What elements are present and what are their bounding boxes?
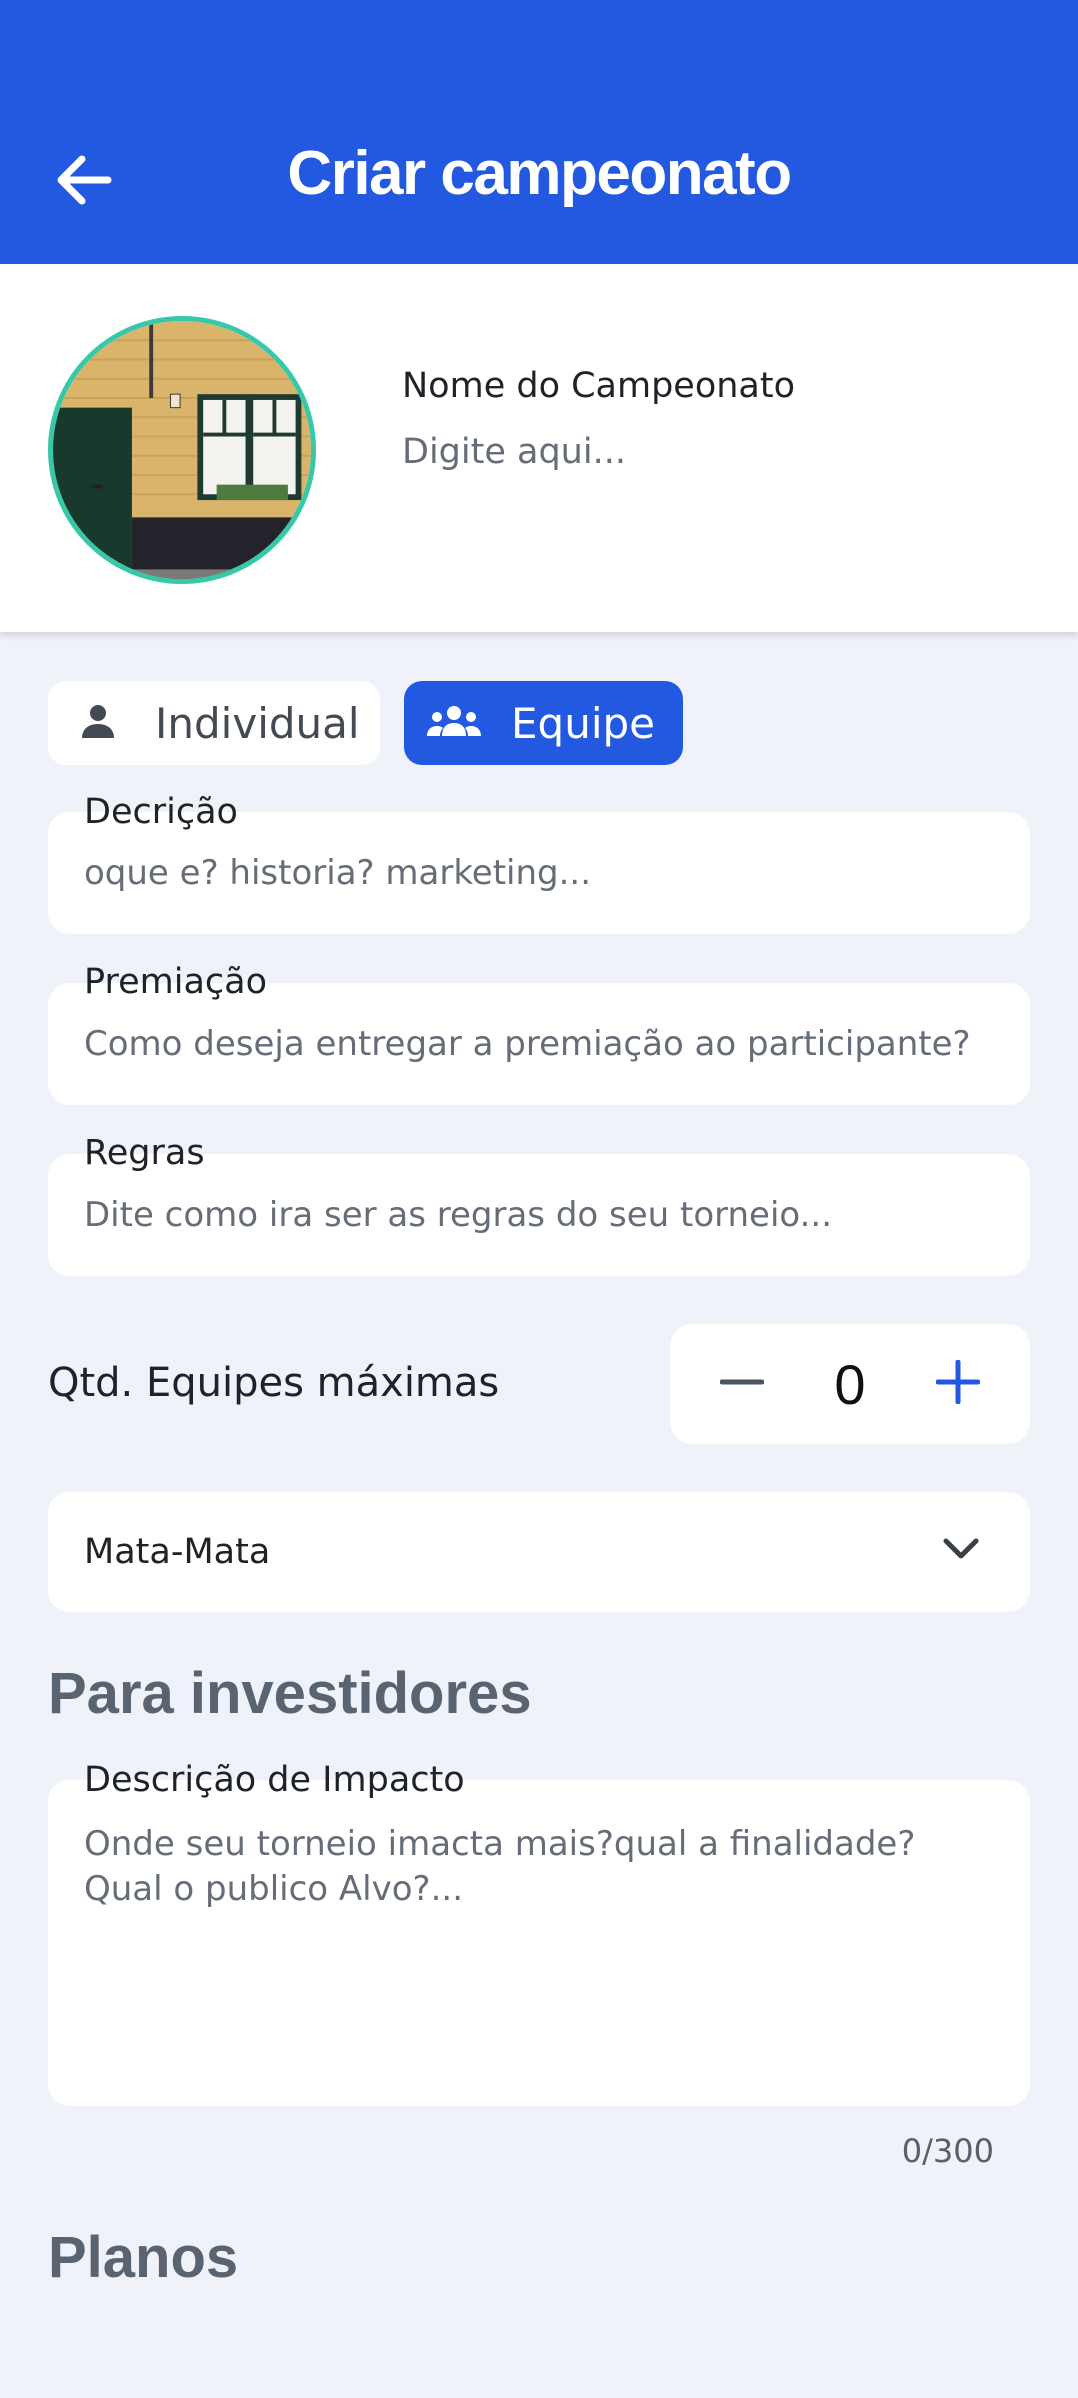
description-label: Decrição xyxy=(84,792,238,832)
impact-label: Descrição de Impacto xyxy=(84,1760,465,1800)
equipe-toggle[interactable]: Equipe xyxy=(404,681,683,765)
page-title: Criar campeonato xyxy=(287,139,792,208)
championship-avatar[interactable] xyxy=(48,316,316,584)
max-teams-value: 0 xyxy=(834,1353,866,1416)
app-bar: Criar campeonato xyxy=(0,0,1078,264)
equipe-toggle-label: Equipe xyxy=(511,699,655,748)
championship-name-label: Nome do Campeonato xyxy=(402,366,796,406)
decrement-button[interactable] xyxy=(712,1354,772,1414)
chevron-down-icon xyxy=(942,1536,980,1566)
rules-input[interactable] xyxy=(84,1190,1000,1240)
format-select-value: Mata-Mata xyxy=(84,1532,271,1572)
championship-name-input[interactable] xyxy=(402,424,1022,480)
impact-field[interactable] xyxy=(48,1780,1030,2106)
max-teams-label: Qtd. Equipes máximas xyxy=(48,1360,500,1406)
description-input[interactable] xyxy=(84,848,1000,898)
investors-section-title: Para investidores xyxy=(48,1661,532,1726)
increment-button[interactable] xyxy=(928,1354,988,1414)
max-teams-stepper: 0 xyxy=(670,1324,1030,1444)
person-icon xyxy=(78,702,118,746)
impact-textarea[interactable] xyxy=(84,1822,1000,2062)
plus-icon xyxy=(935,1359,981,1408)
minus-icon xyxy=(719,1360,765,1408)
individual-toggle-label: Individual xyxy=(155,699,360,748)
championship-photo xyxy=(53,321,311,579)
championship-header-card: Nome do Campeonato xyxy=(0,264,1078,632)
prize-input[interactable] xyxy=(84,1019,1000,1069)
format-select[interactable]: Mata-Mata xyxy=(48,1492,1030,1612)
plans-section-title: Planos xyxy=(48,2225,239,2290)
individual-toggle[interactable]: Individual xyxy=(48,681,380,765)
group-icon xyxy=(426,702,482,746)
prize-label: Premiação xyxy=(84,962,268,1002)
rules-label: Regras xyxy=(84,1133,205,1173)
character-counter: 0/300 xyxy=(901,2132,994,2170)
